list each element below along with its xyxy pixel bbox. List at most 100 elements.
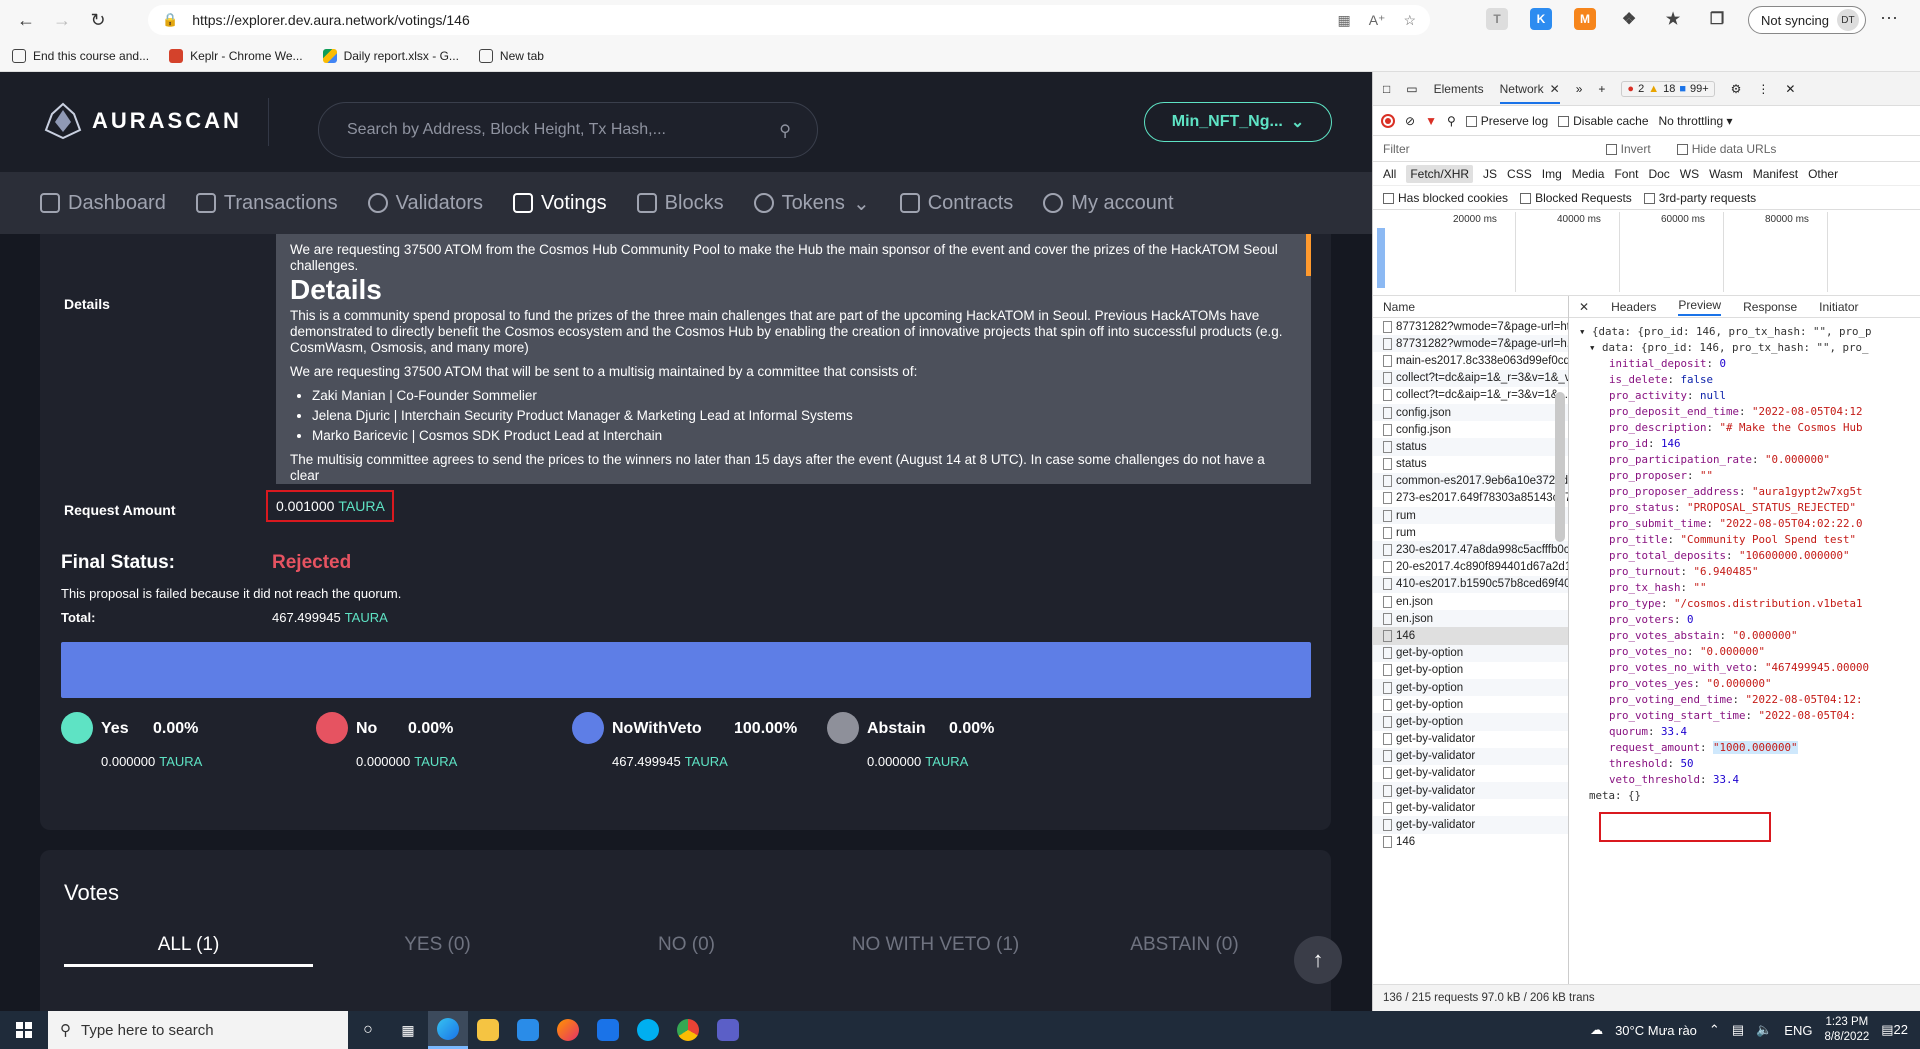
type-fetch-xhr[interactable]: Fetch/XHR [1406,164,1474,183]
aurascan-logo[interactable]: AURASCAN [44,102,242,140]
edge-taskbar-icon[interactable] [428,1011,468,1049]
request-row[interactable]: collect?t=dc&aip=1&_r=3&v=1&... [1373,387,1568,404]
type-doc[interactable]: Doc [1648,167,1669,181]
type-manifest[interactable]: Manifest [1753,167,1798,181]
request-row[interactable]: main-es2017.8c338e063d99ef0cd [1373,352,1568,369]
clock[interactable]: 1:23 PM 8/8/2022 [1824,1015,1869,1045]
close-icon[interactable]: ✕ [1550,82,1560,96]
nav-transactions[interactable]: Transactions [195,192,338,215]
request-row[interactable]: 20-es2017.4c890f894401d67a2d1... [1373,559,1568,576]
language-indicator[interactable]: ENG [1784,1023,1812,1038]
description-scrollbar[interactable] [1306,234,1311,276]
record-icon[interactable] [1381,113,1395,128]
request-row[interactable]: get-by-option [1373,662,1568,679]
request-list-scrollbar[interactable] [1555,392,1565,542]
cortana-icon[interactable]: ○ [348,1011,388,1049]
chrome-icon[interactable] [668,1011,708,1049]
type-img[interactable]: Img [1542,167,1562,181]
settings-icon[interactable]: ⚙ [1731,82,1742,96]
invert-checkbox[interactable]: Invert [1605,142,1651,156]
throttling-select[interactable]: No throttling ▾ [1659,114,1733,128]
network-icon[interactable]: ▤ [1732,1022,1744,1038]
tab-elements[interactable]: Elements [1434,82,1484,96]
type-ws[interactable]: WS [1680,167,1699,181]
bookmark-item[interactable]: End this course and... [12,48,149,63]
console-badges[interactable]: ● 2 ▲ 18 ■ 99+ [1621,80,1715,97]
nav-contracts[interactable]: Contracts [899,192,1013,215]
request-row[interactable]: get-by-option [1373,678,1568,697]
type-font[interactable]: Font [1614,167,1638,181]
tab-yes[interactable]: YES (0) [313,934,562,967]
add-tab-icon[interactable]: + [1598,82,1605,96]
collections-icon[interactable]: ❐ [1706,8,1728,30]
skype-icon[interactable] [628,1011,668,1049]
nav-my-account[interactable]: My account [1043,192,1174,215]
blocked-cookies-checkbox[interactable]: Has blocked cookies [1383,191,1508,205]
request-row[interactable]: get-by-validator [1373,799,1568,816]
network-timeline[interactable]: 20000 ms 40000 ms 60000 ms 80000 ms [1373,210,1920,296]
tab-abstain[interactable]: ABSTAIN (0) [1060,934,1309,967]
filter-icon[interactable]: ▼ [1425,114,1437,128]
blocked-requests-checkbox[interactable]: Blocked Requests [1520,191,1632,205]
app-available-icon[interactable]: ▦ [1337,12,1350,29]
type-other[interactable]: Other [1808,167,1838,181]
close-devtools-icon[interactable]: ✕ [1785,82,1795,96]
request-row[interactable]: get-by-option [1373,644,1568,662]
request-row[interactable]: rum [1373,507,1568,525]
keplr-extension-icon[interactable]: K [1530,8,1552,30]
proposal-description[interactable]: We are requesting 37500 ATOM from the Co… [276,234,1311,484]
tab-preview[interactable]: Preview [1678,298,1722,316]
nav-votings[interactable]: Votings [513,192,607,215]
request-row[interactable]: status [1373,438,1568,456]
extensions-icon[interactable]: ❖ [1618,8,1640,30]
request-row[interactable]: 410-es2017.b1590c57b8ced69f40... [1373,575,1568,593]
request-row[interactable]: status [1373,456,1568,473]
weather-icon[interactable]: ☁ [1590,1022,1603,1038]
nav-dashboard[interactable]: Dashboard [40,192,166,215]
more-options-icon[interactable]: ⋮ [1757,82,1769,96]
search-input[interactable]: Search by Address, Block Height, Tx Hash… [318,102,818,158]
request-row[interactable]: common-es2017.9eb6a10e3726d... [1373,472,1568,490]
teams-icon[interactable] [708,1011,748,1049]
json-root-node[interactable]: ▾ {data: {pro_id: 146, pro_tx_hash: "", … [1579,324,1920,340]
search-icon[interactable]: ⚲ [1447,114,1456,128]
request-row[interactable]: get-by-validator [1373,731,1568,748]
request-row[interactable]: get-by-validator [1373,765,1568,782]
bookmark-item[interactable]: Keplr - Chrome We... [169,48,303,63]
timeline-selection[interactable] [1377,228,1385,288]
store-icon[interactable] [508,1011,548,1049]
third-party-checkbox[interactable]: 3rd-party requests [1643,191,1756,205]
request-row[interactable]: 87731282?wmode=7&page-url=htt... [1373,318,1568,335]
filter-input[interactable]: Filter [1383,142,1410,156]
request-row[interactable]: get-by-validator [1373,816,1568,834]
favorites-icon[interactable]: ★ [1662,8,1684,30]
request-row[interactable]: en.json [1373,593,1568,610]
type-js[interactable]: JS [1483,167,1497,181]
address-bar[interactable]: 🔒 https://explorer.dev.aura.network/voti… [148,5,1430,35]
metamask-extension-icon[interactable]: M [1574,8,1596,30]
close-icon[interactable]: ✕ [1579,300,1589,314]
tab-all[interactable]: ALL (1) [64,934,313,967]
translate-extension-icon[interactable]: T [1486,8,1508,30]
start-button[interactable] [0,1022,48,1038]
request-row[interactable]: collect?t=dc&aip=1&_r=3&v=1&_v... [1373,369,1568,387]
disable-cache-checkbox[interactable]: Disable cache [1558,114,1649,128]
task-view-icon[interactable]: ▦ [388,1011,428,1049]
bookmark-item[interactable]: New tab [478,48,544,63]
hide-data-urls-checkbox[interactable]: Hide data URLs [1676,142,1776,156]
read-aloud-icon[interactable]: A⁺ [1369,12,1386,29]
tab-headers[interactable]: Headers [1611,300,1656,314]
more-options-icon[interactable]: ⋯ [1880,8,1898,29]
bookmark-item[interactable]: Daily report.xlsx - G... [322,48,459,63]
show-hidden-icons-icon[interactable]: ⌃ [1709,1022,1720,1038]
request-row[interactable]: 273-es2017.649f78303a85143cb7... [1373,490,1568,507]
tab-network[interactable]: Network ✕ [1499,74,1560,104]
request-row[interactable]: 230-es2017.47a8da998c5acfffb0c... [1373,541,1568,559]
request-row[interactable]: rum [1373,524,1568,541]
type-css[interactable]: CSS [1507,167,1532,181]
tab-no-with-veto[interactable]: NO WITH VETO (1) [811,934,1060,967]
volume-icon[interactable]: 🔈 [1756,1022,1772,1038]
request-row[interactable]: config.json [1373,421,1568,438]
firefox-icon[interactable] [548,1011,588,1049]
nav-tokens[interactable]: Tokens ⌄ [753,191,870,216]
